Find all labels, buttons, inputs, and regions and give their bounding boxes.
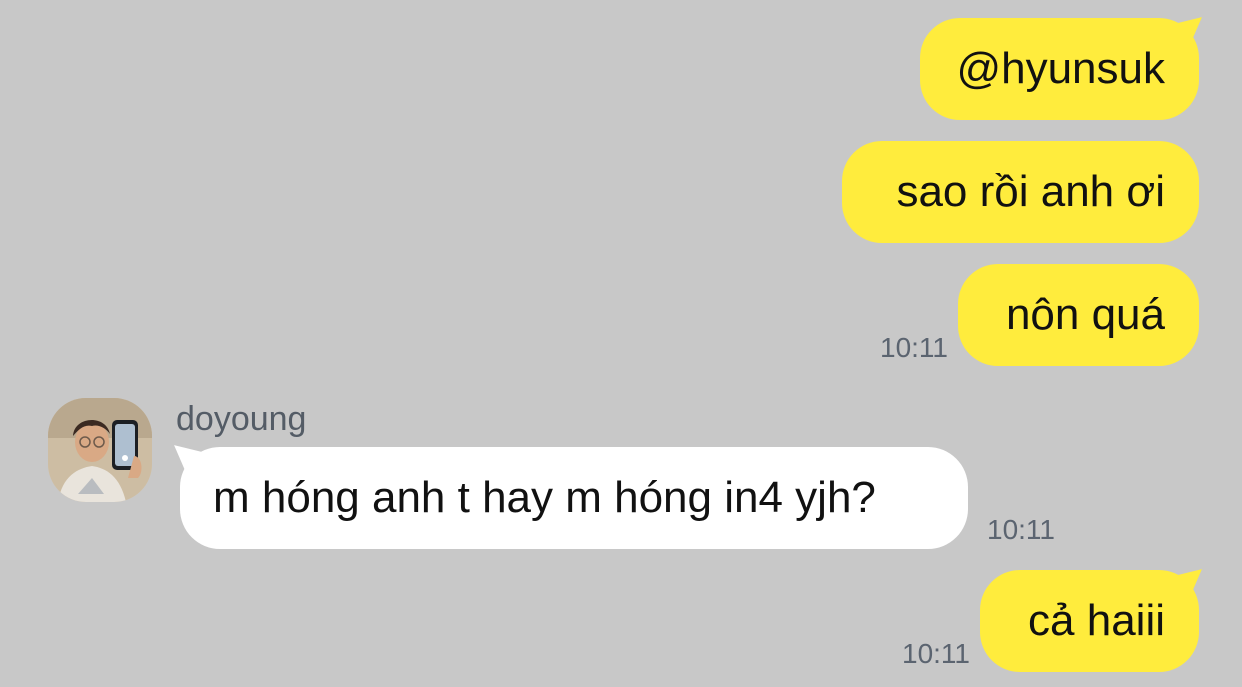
message-text: sao rồi anh ơi xyxy=(896,167,1165,216)
avatar-photo-icon xyxy=(48,398,152,502)
sender-avatar[interactable] xyxy=(48,398,152,502)
chat-thread: @hyunsuk sao rồi anh ơi nôn quá 10:11 do… xyxy=(0,0,1242,687)
message-text: cả haiii xyxy=(1028,596,1165,645)
message-text: m hóng anh t hay m hóng in4 yjh? xyxy=(213,473,876,522)
message-timestamp: 10:11 xyxy=(880,332,948,363)
message-text: @hyunsuk xyxy=(956,44,1165,93)
outgoing-message-bubble[interactable]: nôn quá xyxy=(958,264,1199,366)
outgoing-message-bubble[interactable]: sao rồi anh ơi xyxy=(842,141,1199,243)
message-timestamp: 10:11 xyxy=(987,514,1055,545)
incoming-message-bubble[interactable]: m hóng anh t hay m hóng in4 yjh? xyxy=(180,447,968,549)
sender-name: doyoung xyxy=(176,400,307,438)
message-timestamp: 10:11 xyxy=(902,638,970,669)
outgoing-message-bubble[interactable]: @hyunsuk xyxy=(920,18,1199,120)
message-text: nôn quá xyxy=(1005,290,1165,339)
outgoing-message-bubble[interactable]: cả haiii xyxy=(980,570,1199,672)
